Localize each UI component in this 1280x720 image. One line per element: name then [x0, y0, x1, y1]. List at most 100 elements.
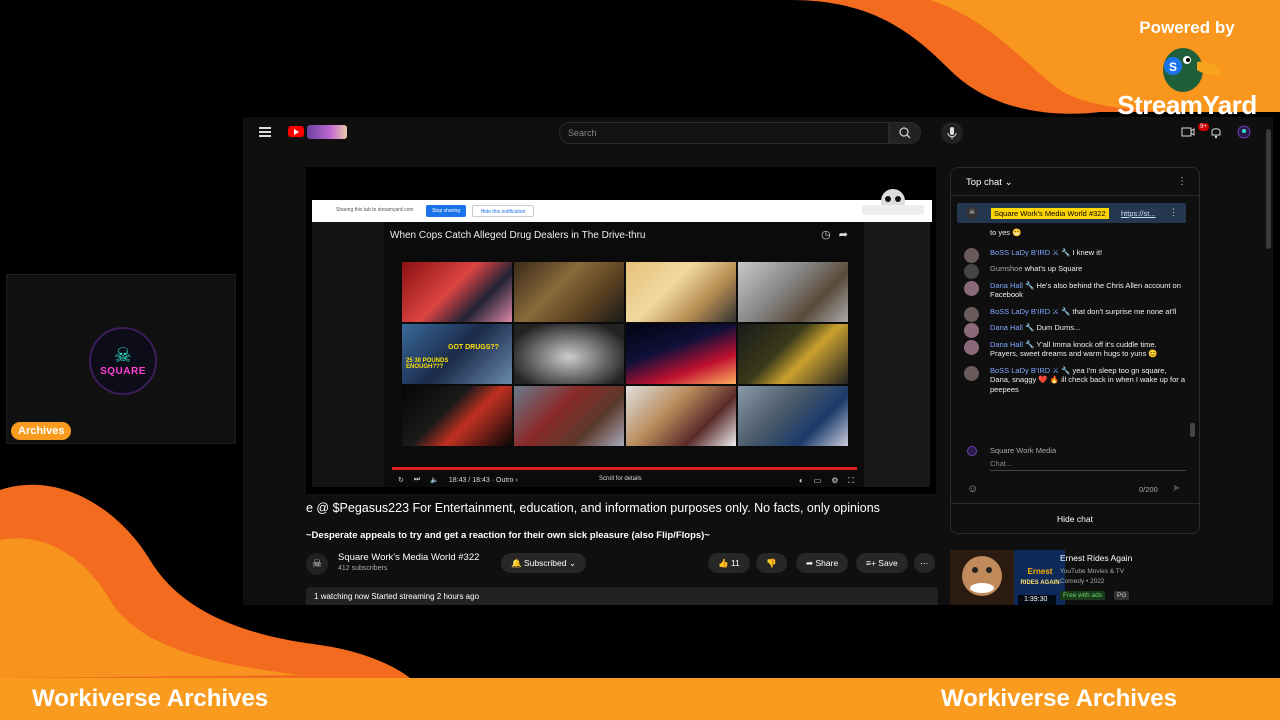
- grid-thumb: [738, 324, 848, 384]
- emoji-icon[interactable]: ☺: [967, 483, 978, 495]
- youtube-logo-icon[interactable]: [288, 126, 304, 137]
- shared-tab-sidebar: [312, 222, 384, 487]
- chat-author[interactable]: Dana Hall 🔧: [990, 323, 1034, 332]
- channel-avatar[interactable]: ☠: [306, 553, 328, 575]
- autoplay-toggle-icon[interactable]: ◐: [799, 476, 804, 486]
- video-progress-bar[interactable]: [392, 467, 857, 470]
- pinned-link[interactable]: https://st...: [1121, 209, 1156, 218]
- chat-header: Top chat ⌄ ⋮: [951, 168, 1199, 196]
- grid-thumb: [626, 262, 736, 322]
- chat-author[interactable]: BoSS LaDy B'IRD ⚔ 🔧: [990, 248, 1070, 257]
- inner-video-title: When Cops Catch Alleged Drug Dealers in …: [390, 230, 646, 241]
- shared-video-frame: When Cops Catch Alleged Drug Dealers in …: [384, 222, 864, 487]
- grid-thumb: [402, 262, 512, 322]
- chat-author[interactable]: Dana Hall 🔧: [990, 281, 1034, 290]
- chat-message: to yes 😬: [964, 228, 1186, 238]
- grid-thumb: [514, 262, 624, 322]
- thumbs-down-icon: 👎: [766, 558, 777, 568]
- like-count: 11: [730, 558, 740, 568]
- chat-author[interactable]: BoSS LaDy B'IRD ⚔ 🔧: [990, 366, 1070, 375]
- search-input[interactable]: Search: [559, 122, 889, 144]
- inner-video-actions: ◷➦: [821, 228, 856, 241]
- volume-icon[interactable]: 🔈: [430, 476, 439, 484]
- chat-author[interactable]: BoSS LaDy B'IRD ⚔ 🔧: [990, 307, 1070, 316]
- ticker-text: e @ $Pegasus223 For Entertainment, educa…: [306, 501, 880, 515]
- like-button[interactable]: 👍 11: [708, 553, 750, 573]
- svg-text:Ernest: Ernest: [1028, 567, 1053, 576]
- grid-thumb: [626, 324, 736, 384]
- chat-input-avatar: [967, 446, 977, 456]
- hide-share-bar-button[interactable]: Hide this notification: [472, 205, 534, 217]
- chat-text: that don't surprise me none at'll: [1072, 306, 1177, 316]
- share-button[interactable]: ➦ Share: [796, 553, 849, 573]
- replay-icon[interactable]: ↻: [398, 476, 404, 484]
- chevron-down-icon: ⌄: [1004, 177, 1013, 188]
- fullscreen-icon[interactable]: ⛶: [848, 476, 854, 486]
- channel-row: ☠ Square Work's Media World #322 412 sub…: [306, 550, 938, 580]
- chat-author[interactable]: Gumshoe: [990, 264, 1023, 273]
- search-button[interactable]: [889, 122, 921, 144]
- recommended-video[interactable]: Ernest RIDES AGAIN 1:39:30 Ernest Rides …: [950, 550, 1200, 605]
- chat-avatar: [964, 365, 979, 381]
- chat-messages: to yes 😬 BoSS LaDy B'IRD ⚔ 🔧 I knew it! …: [964, 228, 1186, 402]
- menu-icon[interactable]: [259, 127, 271, 137]
- chat-message: BoSS LaDy B'IRD ⚔ 🔧 I knew it!: [964, 247, 1186, 263]
- banner-text-right: Workiverse Archives: [940, 685, 1177, 712]
- send-icon[interactable]: ➤: [1172, 483, 1180, 494]
- scroll-for-details[interactable]: Scroll for details: [599, 476, 642, 482]
- hide-chat-button[interactable]: Hide chat: [951, 503, 1199, 533]
- voice-search-button[interactable]: [941, 122, 963, 144]
- grid-thumb: [626, 386, 736, 446]
- account-avatar-icon[interactable]: [1237, 125, 1251, 139]
- chat-menu-icon[interactable]: ⋮: [1177, 176, 1187, 187]
- subscribed-label: Subscribed: [523, 558, 567, 568]
- channel-banner-thumb: [307, 125, 347, 139]
- subscriber-count: 412 subscribers: [338, 565, 388, 572]
- powered-by-label: Powered by: [1139, 18, 1235, 37]
- subscribed-button[interactable]: 🔔 Subscribed ⌄: [501, 553, 586, 573]
- channel-name[interactable]: Square Work's Media World #322: [338, 552, 479, 563]
- recommended-thumbnail: Ernest RIDES AGAIN: [950, 550, 1065, 605]
- chat-message: Gumshoe what's up Square: [964, 264, 1186, 279]
- share-icon: ➦: [838, 229, 856, 241]
- top-chat-dropdown[interactable]: Top chat ⌄: [966, 177, 1013, 188]
- video-player[interactable]: Sharing this tab to streamyard.com Stop …: [306, 167, 936, 494]
- chat-message: BoSS LaDy B'IRD ⚔ 🔧 that don't surprise …: [964, 306, 1186, 322]
- create-icon[interactable]: [1181, 125, 1195, 139]
- thumb-caption: GOT DRUGS??: [448, 344, 499, 351]
- chat-text: what's up Square: [1024, 264, 1083, 273]
- char-counter: 0/200: [1139, 485, 1158, 494]
- powered-by-streamyard: Powered by S StreamYard: [1112, 18, 1262, 121]
- pinned-message[interactable]: ☠ Square Work's Media World #322 https:/…: [957, 203, 1186, 223]
- started-streaming: Started streaming 2 hours ago: [371, 592, 480, 601]
- rating-badge: PG: [1114, 591, 1130, 600]
- channel-logo: ☠ SQUARE: [89, 327, 157, 395]
- notifications-icon[interactable]: [1209, 125, 1223, 139]
- more-actions-button[interactable]: ⋯: [914, 553, 935, 573]
- recommended-title[interactable]: Ernest Rides Again: [1060, 553, 1132, 563]
- chat-author[interactable]: Dana Hall 🔧: [990, 340, 1034, 349]
- pinned-menu-icon[interactable]: ⋮: [1169, 207, 1178, 218]
- thumbs-up-icon: 👍: [718, 558, 731, 568]
- grid-thumb: [514, 386, 624, 446]
- watch-later-icon: ◷: [821, 229, 839, 241]
- page-scrollbar[interactable]: [1266, 129, 1271, 249]
- chat-scrollbar[interactable]: [1190, 423, 1195, 437]
- time-display: 18:43 / 18:43 · Outro ›: [448, 476, 518, 484]
- captions-icon[interactable]: ▭: [814, 476, 822, 486]
- chat-input-username: Square Work Media: [990, 446, 1057, 455]
- grid-thumb: [738, 262, 848, 322]
- search-icon: [899, 127, 911, 139]
- share-label: Share: [815, 558, 839, 568]
- topbar-actions: [1181, 125, 1251, 139]
- next-icon[interactable]: ⏭: [414, 476, 420, 484]
- settings-icon[interactable]: ⚙: [831, 476, 838, 486]
- chat-text: Dum Dums...: [1036, 323, 1081, 332]
- stream-meta: 1 watching now Started streaming 2 hours…: [306, 587, 938, 605]
- player-controls-right: ◐ ▭ ⚙ ⛶: [799, 476, 854, 486]
- stop-sharing-button[interactable]: Stop sharing: [426, 205, 466, 217]
- save-button[interactable]: ≡+ Save: [856, 553, 908, 573]
- chat-input[interactable]: Chat...: [990, 459, 1186, 471]
- dislike-button[interactable]: 👎: [756, 553, 787, 573]
- chat-avatar: [964, 306, 979, 322]
